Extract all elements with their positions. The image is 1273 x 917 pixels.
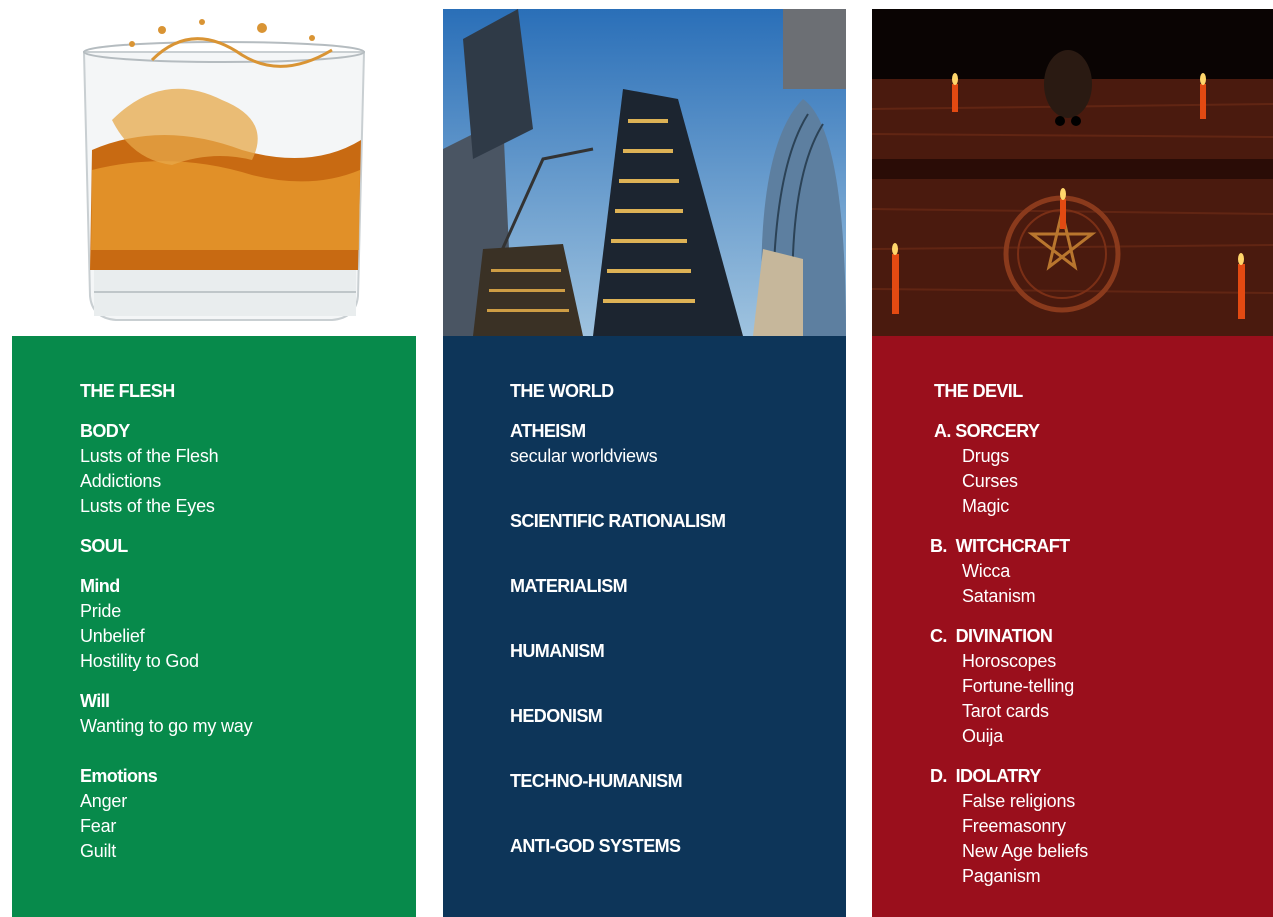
devil-heading: THE DEVIL [934, 381, 1023, 401]
list-item: False religions [962, 791, 1076, 811]
list-item: Satanism [962, 586, 1036, 606]
skyscrapers-photo [443, 9, 846, 336]
list-item: Anger [80, 791, 128, 811]
group-label-divination: C. DIVINATION [930, 626, 1053, 646]
body-label: BODY [80, 421, 130, 441]
group-label-witchcraft: B. WITCHCRAFT [930, 536, 1070, 556]
world-column: THE WORLD ATHEISM secular worldviews SCI… [443, 0, 846, 917]
list-item: Hostility to God [80, 651, 199, 671]
list-item: TECHNO-HUMANISM [510, 771, 683, 791]
group-label-idolatry: D. IDOLATRY [930, 766, 1041, 786]
list-item: Tarot cards [962, 701, 1049, 721]
list-item: ANTI-GOD SYSTEMS [510, 836, 681, 856]
list-item: MATERIALISM [510, 576, 628, 596]
list-item: Drugs [962, 446, 1010, 466]
list-item: secular worldviews [510, 446, 658, 466]
list-item: HUMANISM [510, 641, 605, 661]
list-item: Lusts of the Flesh [80, 446, 219, 466]
world-heading: THE WORLD [510, 381, 614, 401]
will-label: Will [80, 691, 110, 711]
list-item: SCIENTIFIC RATIONALISM [510, 511, 726, 531]
flesh-panel: THE FLESH BODY Lusts of the Flesh Addict… [12, 336, 416, 917]
whiskey-glass-photo [12, 0, 416, 336]
occult-altar-photo [872, 9, 1273, 336]
world-panel: THE WORLD ATHEISM secular worldviews SCI… [443, 336, 846, 917]
atheism-label: ATHEISM [510, 421, 586, 441]
flesh-column: THE FLESH BODY Lusts of the Flesh Addict… [12, 0, 416, 917]
list-item: Magic [962, 496, 1010, 516]
list-item: Pride [80, 601, 122, 621]
soul-label: SOUL [80, 536, 128, 556]
group-label-sorcery: A. SORCERY [934, 421, 1040, 441]
list-item: New Age beliefs [962, 841, 1089, 861]
mind-label: Mind [80, 576, 120, 596]
list-item: Guilt [80, 841, 117, 861]
list-item: Addictions [80, 471, 162, 491]
devil-panel: THE DEVIL A. SORCERY Drugs Curses Magic … [872, 336, 1273, 917]
emotions-label: Emotions [80, 766, 158, 786]
list-item: Curses [962, 471, 1018, 491]
list-item: Fear [80, 816, 117, 836]
list-item: Unbelief [80, 626, 145, 646]
flesh-heading: THE FLESH [80, 381, 175, 401]
list-item: Horoscopes [962, 651, 1057, 671]
list-item: Wanting to go my way [80, 716, 253, 736]
list-item: Lusts of the Eyes [80, 496, 215, 516]
list-item: Fortune-telling [962, 676, 1075, 696]
list-item: Wicca [962, 561, 1010, 581]
devil-column: THE DEVIL A. SORCERY Drugs Curses Magic … [872, 0, 1273, 917]
list-item: HEDONISM [510, 706, 603, 726]
list-item: Paganism [962, 866, 1041, 886]
list-item: Ouija [962, 726, 1004, 746]
list-item: Freemasonry [962, 816, 1066, 836]
